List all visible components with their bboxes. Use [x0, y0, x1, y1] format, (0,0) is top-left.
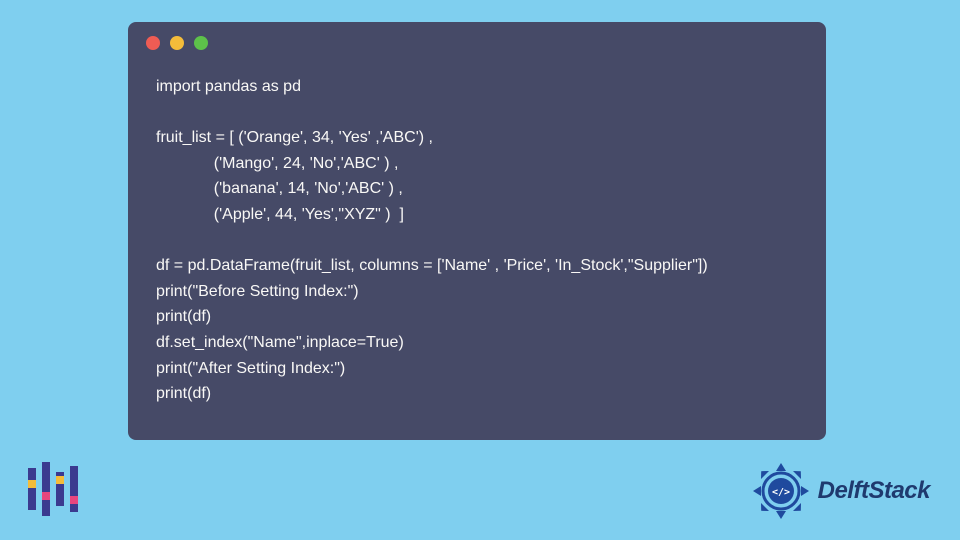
minimize-icon[interactable]: [170, 36, 184, 50]
code-content: import pandas as pd fruit_list = [ ('Ora…: [128, 58, 826, 423]
brand-logo: </> DelftStack: [750, 460, 930, 522]
brand-name: DelftStack: [818, 477, 930, 505]
left-logo-icon: [18, 456, 84, 522]
svg-text:</>: </>: [772, 487, 790, 498]
maximize-icon[interactable]: [194, 36, 208, 50]
window-controls: [128, 22, 826, 58]
code-window: import pandas as pd fruit_list = [ ('Ora…: [128, 22, 826, 440]
close-icon[interactable]: [146, 36, 160, 50]
delftstack-badge-icon: </>: [750, 460, 812, 522]
